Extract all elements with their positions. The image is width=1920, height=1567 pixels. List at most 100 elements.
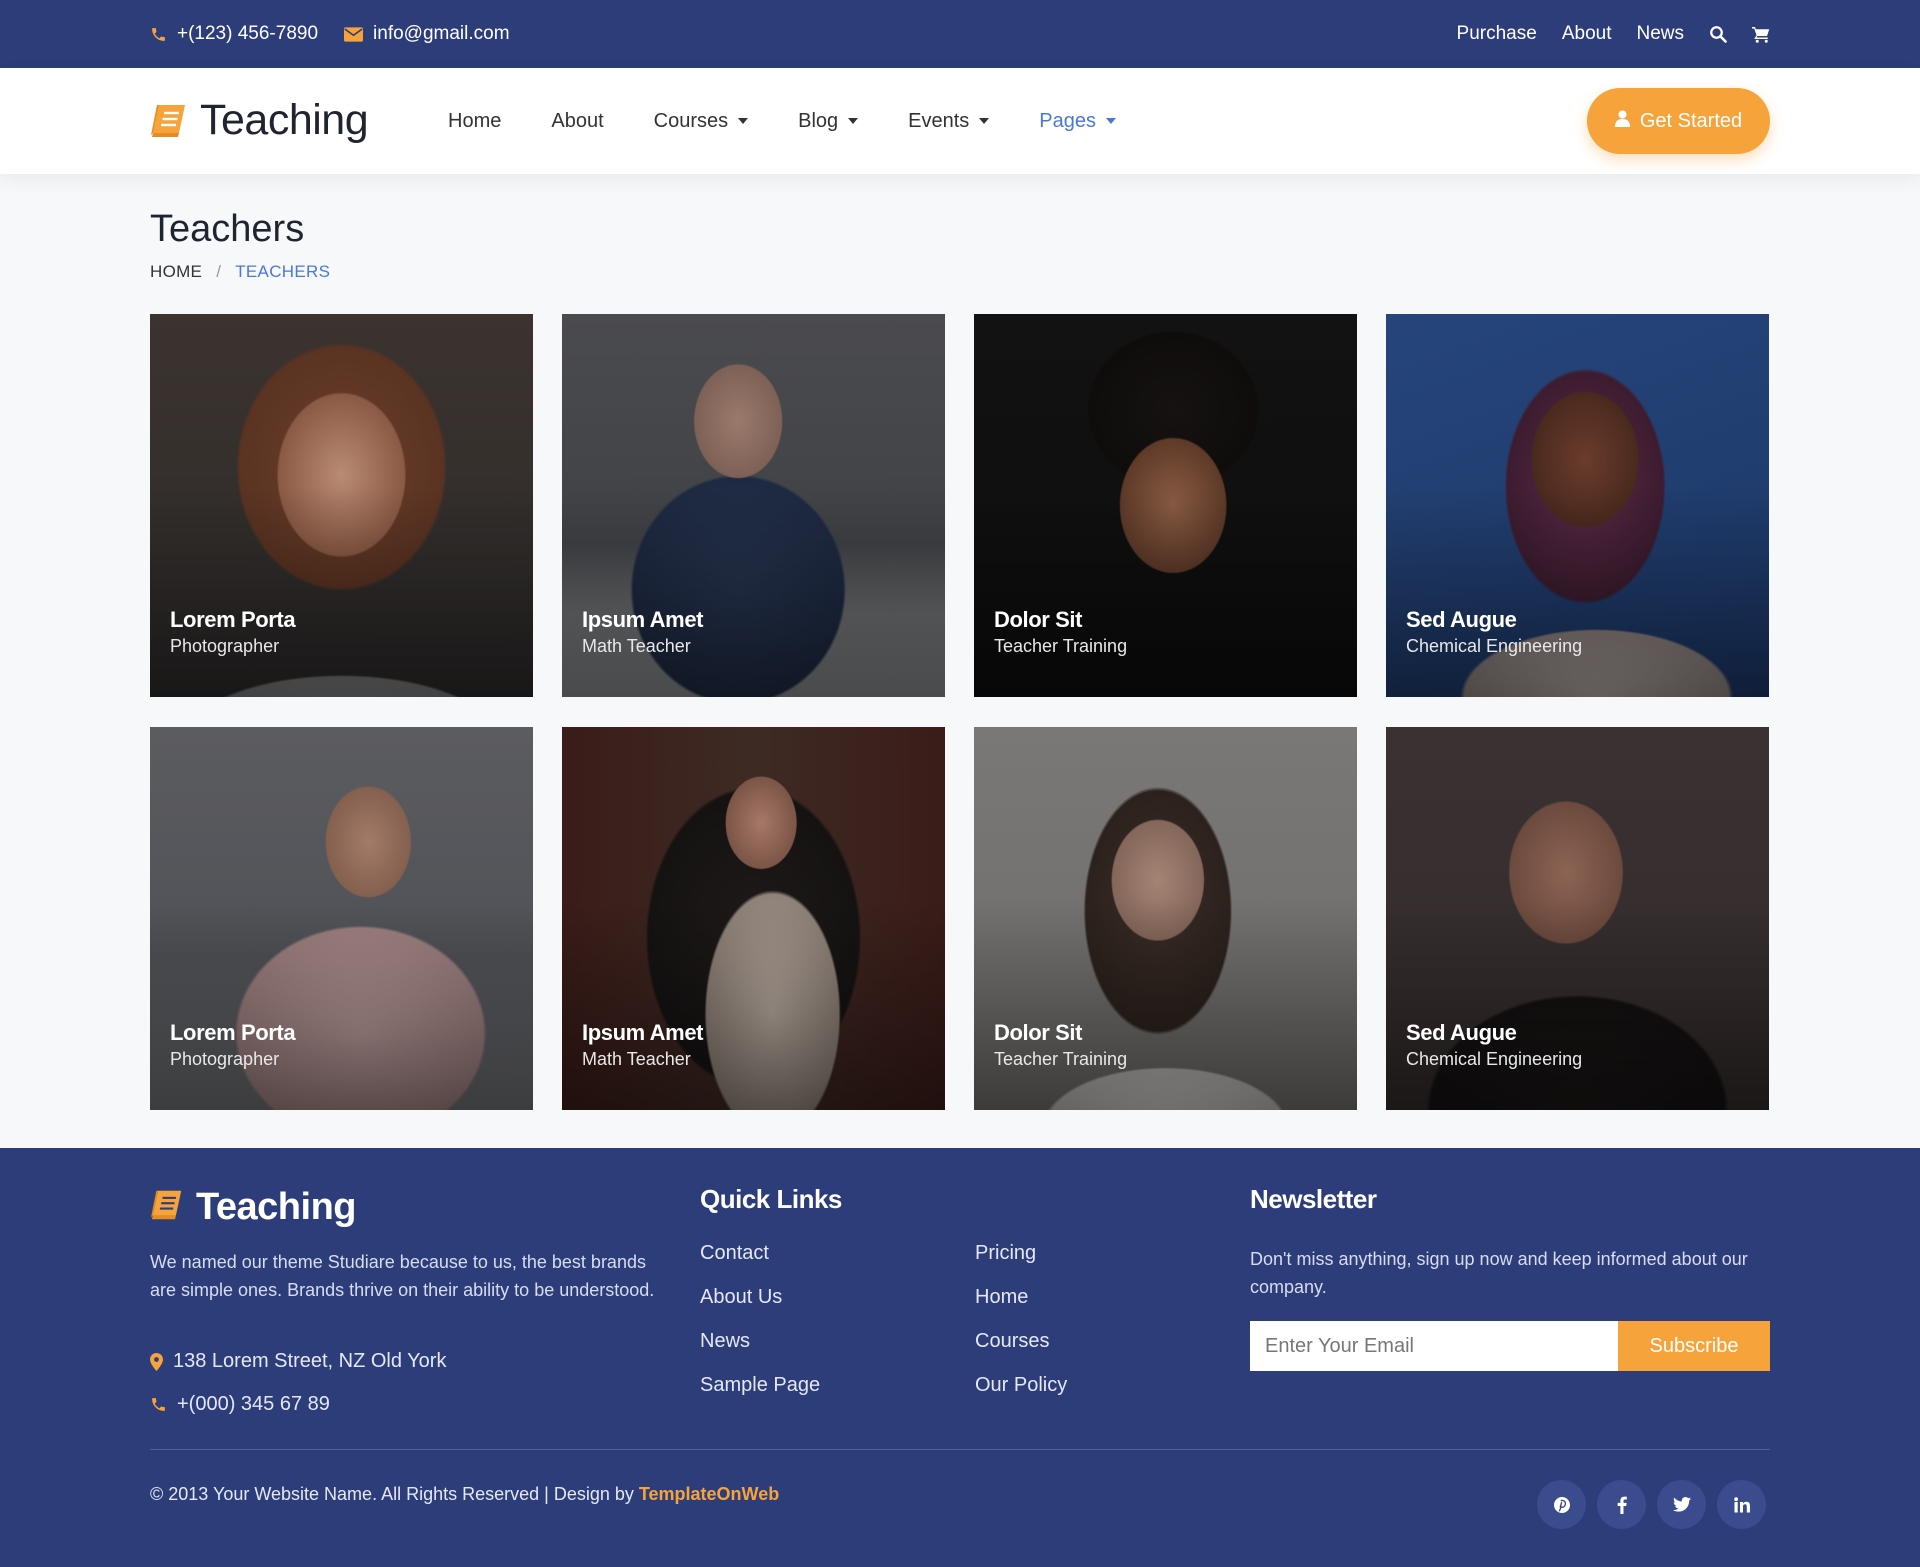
- teacher-role: Teacher Training: [994, 636, 1128, 656]
- teacher-role: Chemical Engineering: [1406, 1049, 1583, 1069]
- designer-credit-link[interactable]: TemplateOnWeb: [639, 1484, 779, 1504]
- main-menu: Home About Courses Blog Events Pages: [448, 68, 1117, 174]
- top-phone-text: +(123) 456-7890: [177, 23, 319, 44]
- teacher-card[interactable]: Ipsum Amet Math Teacher: [562, 314, 945, 697]
- teacher-card[interactable]: Lorem Porta Photographer: [150, 727, 533, 1110]
- teacher-name: Ipsum Amet: [582, 607, 704, 632]
- nav-label: Courses: [653, 109, 729, 132]
- teacher-role: Math Teacher: [582, 1049, 691, 1069]
- footer-contact: 138 Lorem Street, NZ Old York +(000) 345…: [150, 1350, 446, 1416]
- top-link-news[interactable]: News: [1636, 23, 1684, 45]
- nav-label: Home: [448, 109, 502, 132]
- teacher-role: Photographer: [170, 636, 280, 656]
- copyright: © 2013 Your Website Name. All Rights Res…: [150, 1484, 779, 1505]
- book-icon: [150, 1189, 184, 1226]
- footer-address: 138 Lorem Street, NZ Old York: [150, 1350, 446, 1373]
- top-email-text: info@gmail.com: [373, 23, 510, 44]
- nav-label: Blog: [798, 109, 839, 132]
- quick-links-col-1: Contact About Us News Sample Page: [700, 1242, 820, 1397]
- teacher-card[interactable]: Dolor Sit Teacher Training: [974, 314, 1357, 697]
- subscribe-button[interactable]: Subscribe: [1618, 1321, 1770, 1371]
- breadcrumb-separator: /: [216, 262, 222, 281]
- footer-link-pricing[interactable]: Pricing: [975, 1242, 1067, 1265]
- breadcrumb-home[interactable]: HOME: [150, 262, 202, 282]
- newsletter-text: Don't miss anything, sign up now and kee…: [1250, 1249, 1748, 1297]
- caret-down-icon: [1106, 118, 1117, 124]
- teacher-card[interactable]: Ipsum Amet Math Teacher: [562, 727, 945, 1110]
- newsletter-title: Newsletter: [1250, 1184, 1377, 1214]
- footer-link-news[interactable]: News: [700, 1330, 820, 1353]
- nav-label: Pages: [1039, 109, 1097, 132]
- copyright-text: © 2013 Your Website Name. All Rights Res…: [150, 1484, 639, 1504]
- teacher-name: Dolor Sit: [994, 607, 1083, 632]
- top-links: Purchase About News: [1457, 0, 1770, 68]
- brand-logo[interactable]: Teaching: [150, 96, 369, 145]
- book-icon: [150, 103, 188, 139]
- footer-link-contact[interactable]: Contact: [700, 1242, 820, 1265]
- teacher-role: Math Teacher: [582, 636, 691, 656]
- envelope-icon: [344, 26, 364, 42]
- social-links: [1537, 1480, 1766, 1529]
- quick-links-title: Quick Links: [700, 1184, 842, 1214]
- teachers-grid: Lorem Porta Photographer Ipsum Amet Math…: [150, 314, 1770, 1110]
- footer-link-our-policy[interactable]: Our Policy: [975, 1374, 1067, 1397]
- nav-item-about[interactable]: About: [551, 110, 603, 133]
- caret-down-icon: [979, 118, 990, 124]
- cart-icon[interactable]: [1752, 26, 1770, 43]
- teacher-role: Chemical Engineering: [1406, 636, 1583, 656]
- teacher-name: Ipsum Amet: [582, 1020, 704, 1045]
- teacher-card[interactable]: Sed Augue Chemical Engineering: [1386, 727, 1769, 1110]
- footer-address-text: 138 Lorem Street, NZ Old York: [173, 1350, 447, 1372]
- nav-item-blog[interactable]: Blog: [798, 109, 859, 133]
- get-started-label: Get Started: [1639, 109, 1743, 132]
- map-marker-icon: [150, 1352, 163, 1371]
- teacher-name: Lorem Porta: [170, 607, 296, 632]
- footer-about-text: We named our theme Studiare because to u…: [150, 1252, 655, 1300]
- caret-down-icon: [848, 118, 859, 124]
- teacher-name: Sed Augue: [1406, 1020, 1517, 1045]
- nav-item-pages[interactable]: Pages: [1039, 109, 1117, 133]
- footer-link-about-us[interactable]: About Us: [700, 1286, 820, 1309]
- teacher-role: Teacher Training: [994, 1049, 1128, 1069]
- footer-phone[interactable]: +(000) 345 67 89: [150, 1393, 446, 1416]
- get-started-button[interactable]: Get Started: [1587, 88, 1770, 154]
- teacher-role: Photographer: [170, 1049, 280, 1069]
- teacher-name: Lorem Porta: [170, 1020, 296, 1045]
- top-bar: +(123) 456-7890 info@gmail.com Purchase …: [0, 0, 1920, 68]
- caret-down-icon: [738, 118, 749, 124]
- teacher-card[interactable]: Dolor Sit Teacher Training: [974, 727, 1357, 1110]
- twitter-icon[interactable]: [1657, 1480, 1706, 1529]
- teacher-card[interactable]: Lorem Porta Photographer: [150, 314, 533, 697]
- page-title: Teachers: [150, 208, 305, 250]
- footer-link-courses[interactable]: Courses: [975, 1330, 1067, 1353]
- teacher-name: Sed Augue: [1406, 607, 1517, 632]
- nav-label: About: [551, 109, 604, 132]
- nav-label: Events: [908, 109, 970, 132]
- teacher-name: Dolor Sit: [994, 1020, 1083, 1045]
- nav-item-events[interactable]: Events: [908, 109, 990, 133]
- nav-item-courses[interactable]: Courses: [653, 109, 749, 133]
- facebook-icon[interactable]: [1597, 1480, 1646, 1529]
- top-email[interactable]: info@gmail.com: [344, 23, 510, 45]
- phone-icon: [150, 1396, 167, 1413]
- nav-item-home[interactable]: Home: [448, 110, 501, 133]
- breadcrumb-current: TEACHERS: [235, 262, 331, 281]
- main-navbar: Teaching Home About Courses Blog Events …: [0, 68, 1920, 174]
- top-contact: +(123) 456-7890 info@gmail.com: [150, 0, 510, 68]
- quick-links-col-2: Pricing Home Courses Our Policy: [975, 1242, 1067, 1397]
- site-footer: Teaching We named our theme Studiare bec…: [0, 1148, 1920, 1567]
- footer-brand[interactable]: Teaching: [150, 1186, 357, 1229]
- newsletter-form: Subscribe: [1250, 1321, 1770, 1371]
- newsletter-email-input[interactable]: [1250, 1321, 1618, 1371]
- top-phone[interactable]: +(123) 456-7890: [150, 23, 318, 45]
- search-icon[interactable]: [1709, 25, 1727, 43]
- top-link-about[interactable]: About: [1562, 23, 1612, 45]
- top-link-purchase[interactable]: Purchase: [1457, 23, 1537, 45]
- footer-brand-name: Teaching: [196, 1186, 357, 1228]
- linkedin-icon[interactable]: [1717, 1480, 1766, 1529]
- pinterest-icon[interactable]: [1537, 1480, 1586, 1529]
- footer-link-home[interactable]: Home: [975, 1286, 1067, 1309]
- footer-link-sample-page[interactable]: Sample Page: [700, 1374, 820, 1397]
- footer-divider: [150, 1449, 1770, 1450]
- teacher-card[interactable]: Sed Augue Chemical Engineering: [1386, 314, 1769, 697]
